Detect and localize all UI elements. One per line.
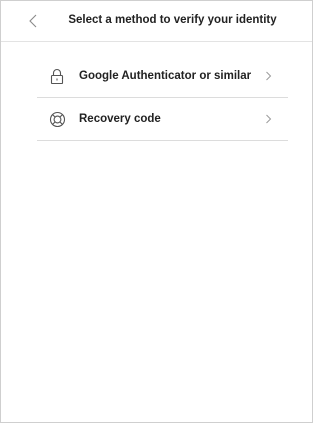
method-list: Google Authenticator or similar Recovery… bbox=[37, 55, 288, 141]
method-item-authenticator[interactable]: Google Authenticator or similar bbox=[37, 55, 288, 98]
method-label: Google Authenticator or similar bbox=[79, 70, 252, 82]
chevron-right-icon bbox=[265, 112, 273, 126]
verify-identity-screen: Select a method to verify your identity … bbox=[0, 0, 313, 423]
chevron-right-icon bbox=[265, 69, 273, 83]
method-item-recovery-code[interactable]: Recovery code bbox=[37, 98, 288, 141]
page-title: Select a method to verify your identity bbox=[68, 14, 277, 26]
lock-icon bbox=[48, 67, 66, 85]
lifebuoy-icon bbox=[48, 110, 66, 128]
method-label: Recovery code bbox=[79, 113, 161, 125]
header-bar: Select a method to verify your identity bbox=[1, 1, 312, 42]
